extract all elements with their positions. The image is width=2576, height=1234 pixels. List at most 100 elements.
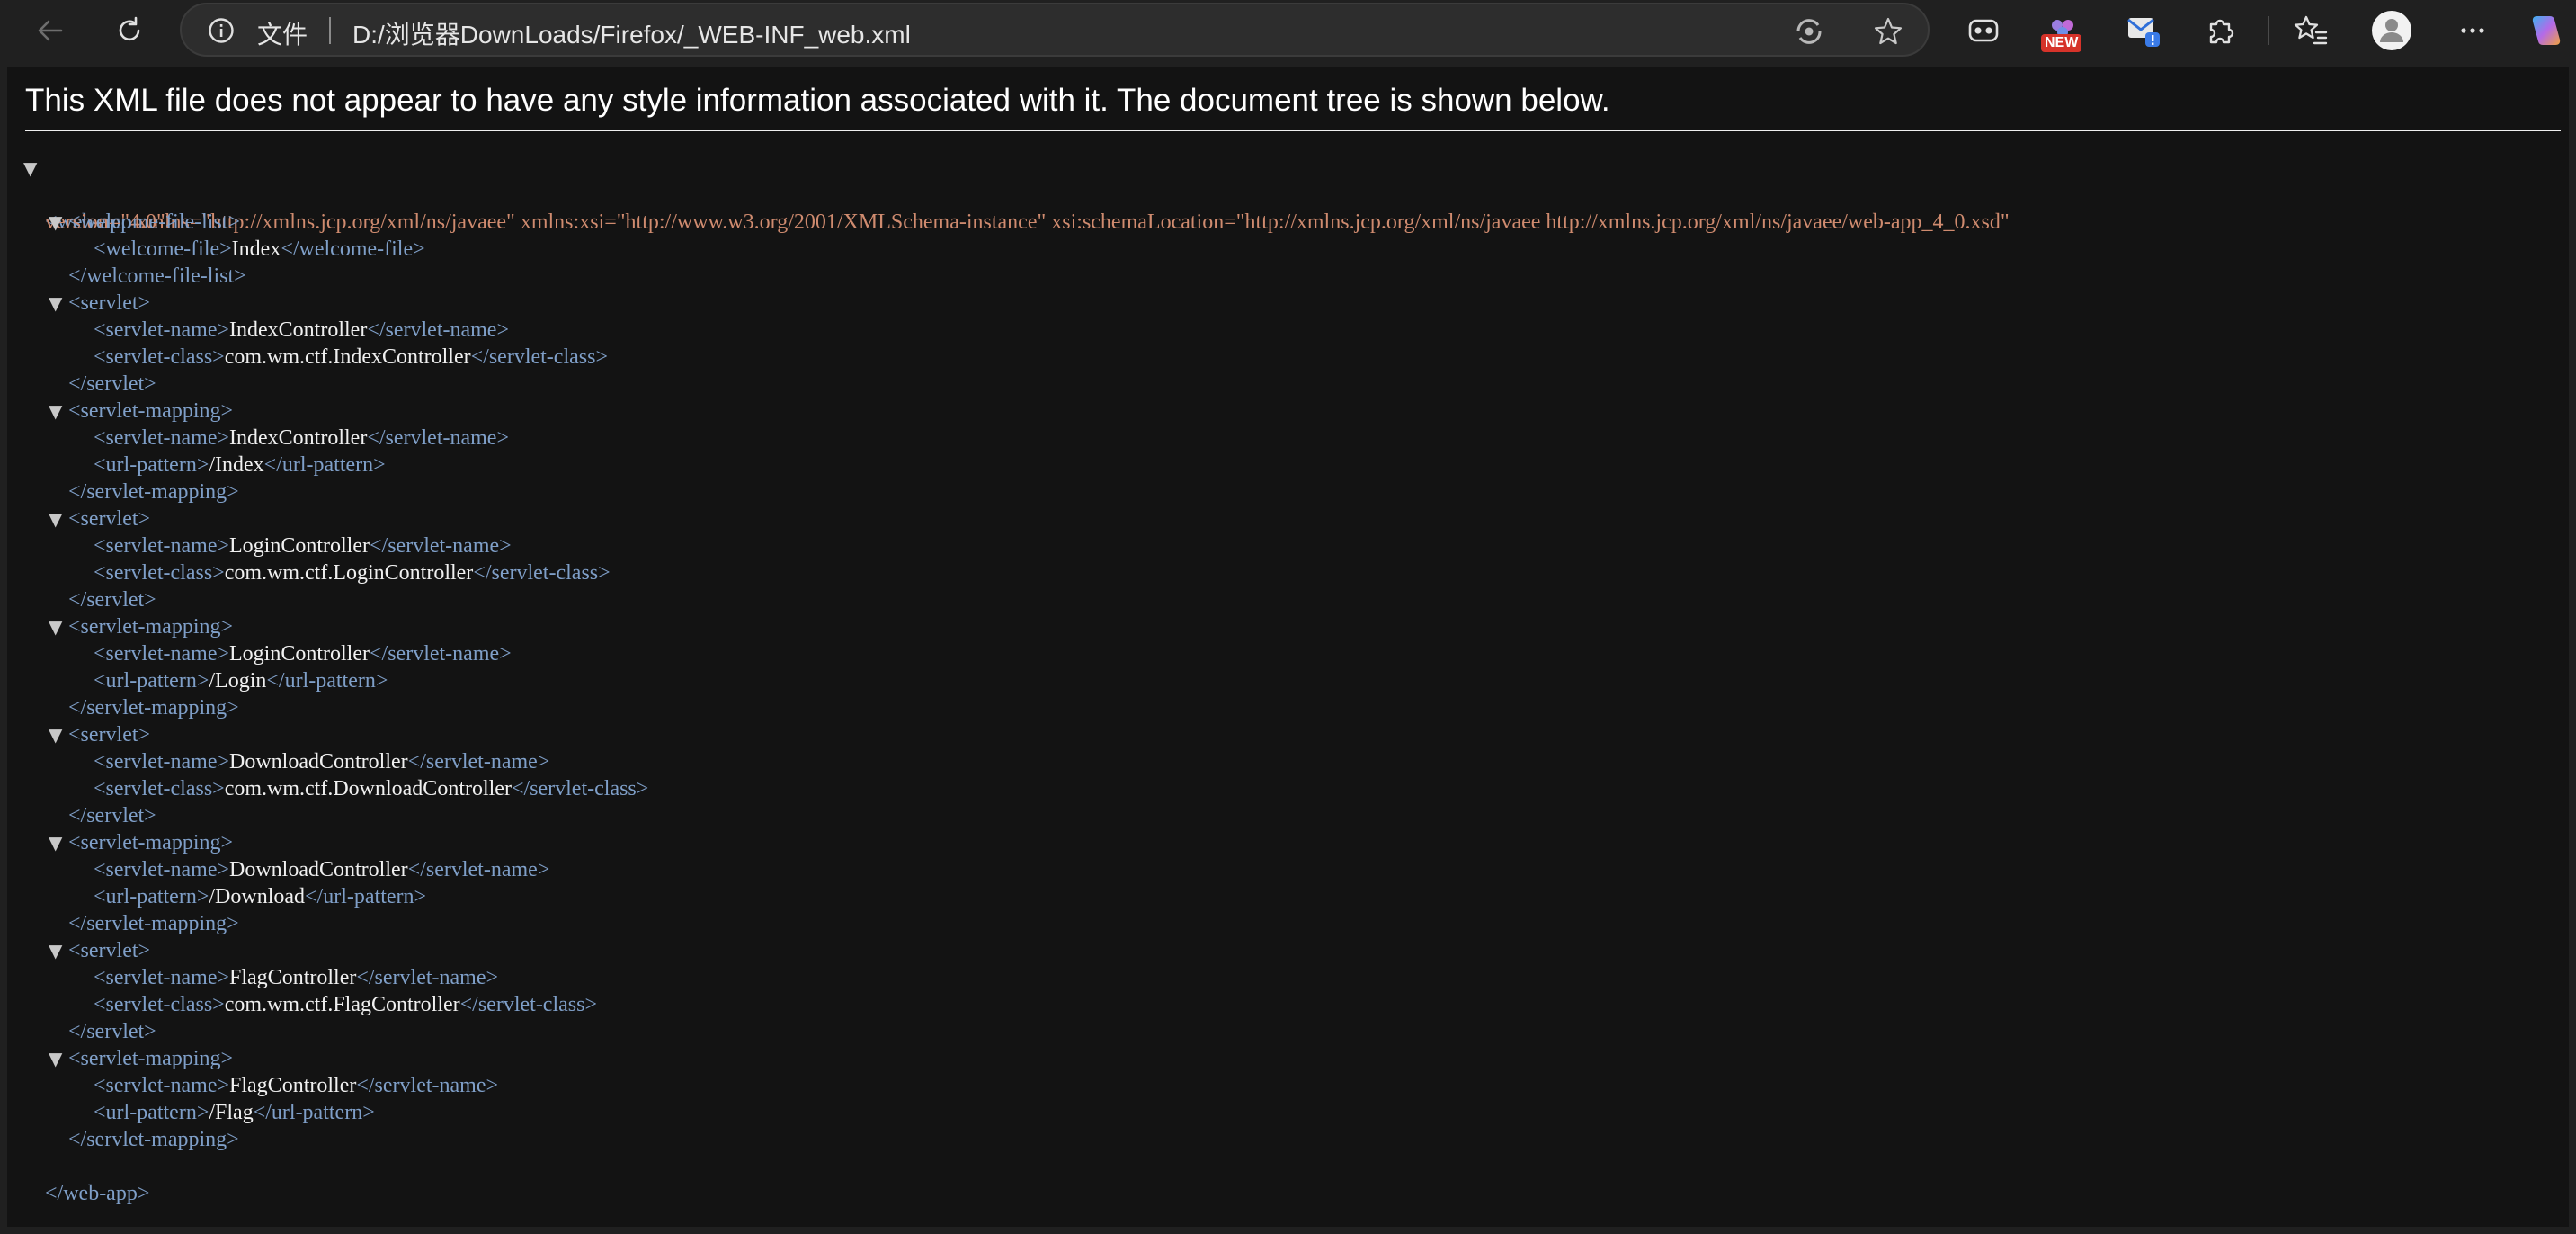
xml-tag: <servlet-mapping> xyxy=(68,1047,234,1070)
xml-text-value: LoginController xyxy=(229,534,370,558)
xml-tag: </servlet> xyxy=(68,372,156,396)
collapse-toggle-icon[interactable]: ▼ xyxy=(23,155,41,182)
xml-child-line: <servlet-name>LoginController</servlet-n… xyxy=(7,532,2569,559)
xml-element-open-line: ▼ <servlet-mapping> xyxy=(7,398,2569,425)
collapse-toggle-icon[interactable]: ▼ xyxy=(49,290,67,317)
xml-tag: </servlet-name> xyxy=(407,858,550,881)
xml-tag: </servlet-class> xyxy=(473,561,611,585)
mail-extension-icon xyxy=(2127,18,2160,47)
xml-tag: </servlet-name> xyxy=(407,750,550,773)
extensions-button[interactable] xyxy=(2199,9,2242,52)
xml-root-close-line: </web-app> xyxy=(7,1153,2569,1205)
collapse-toggle-icon[interactable]: ▼ xyxy=(49,937,67,964)
xml-tag: <servlet-name> xyxy=(94,426,230,450)
collapse-toggle-icon[interactable]: ▼ xyxy=(49,829,67,856)
profile-avatar-icon xyxy=(2372,11,2411,50)
xml-tag: </welcome-file> xyxy=(281,237,425,261)
xml-text-value: LoginController xyxy=(229,642,370,666)
new-badge: NEW xyxy=(2041,34,2082,52)
page-content: This XML file does not appear to have an… xyxy=(7,67,2569,1227)
xml-child-line: <url-pattern>/Index</url-pattern> xyxy=(7,452,2569,478)
xml-child-line: <welcome-file>Index</welcome-file> xyxy=(7,236,2569,263)
collapse-toggle-icon[interactable]: ▼ xyxy=(49,505,67,532)
xml-tag: <servlet-mapping> xyxy=(68,831,234,854)
collapse-toggle-icon[interactable]: ▼ xyxy=(49,1045,67,1072)
more-menu-icon xyxy=(2461,28,2484,33)
xml-text-value: IndexController xyxy=(229,426,368,450)
xml-tag: </servlet> xyxy=(68,804,156,827)
xml-tag: <url-pattern> xyxy=(94,669,209,693)
favorites-button[interactable] xyxy=(2289,9,2332,52)
xml-child-line: <servlet-name>LoginController</servlet-n… xyxy=(7,640,2569,667)
xml-tag: <welcome-file> xyxy=(94,237,232,261)
xml-tag: <url-pattern> xyxy=(94,453,209,477)
xml-text-value: /Login xyxy=(209,669,267,693)
address-bar[interactable]: 文件 D:/浏览器DownLoads/Firefox/_WEB-INF_web.… xyxy=(180,3,1930,57)
xml-child-line: <servlet-name>DownloadController</servle… xyxy=(7,748,2569,775)
more-menu-button[interactable] xyxy=(2451,9,2494,52)
xml-element-open-line: ▼ <servlet-mapping> xyxy=(7,829,2569,856)
xml-document-tree: ▼ <web-app xmlns="http://xmlns.jcp.org/x… xyxy=(7,155,2569,1205)
xml-tag: <servlet-class> xyxy=(94,345,225,369)
xml-tag: <servlet-mapping> xyxy=(68,615,234,639)
xml-tag: <servlet-name> xyxy=(94,318,230,342)
refresh-button[interactable] xyxy=(108,9,151,52)
xml-element-close-line: </servlet-mapping> xyxy=(7,478,2569,505)
game-button[interactable] xyxy=(1962,9,2005,52)
xml-element-open-line: ▼ <servlet-mapping> xyxy=(7,1045,2569,1072)
xml-tag: <servlet-name> xyxy=(94,966,230,989)
favorites-icon xyxy=(2294,15,2328,45)
address-separator xyxy=(329,17,331,44)
xml-child-line: <servlet-class>com.wm.ctf.LoginControlle… xyxy=(7,559,2569,586)
xml-element-open-line: ▼ <welcome-file-list> xyxy=(7,209,2569,236)
xml-tag: <servlet> xyxy=(68,723,151,747)
xml-tag: </servlet-class> xyxy=(459,993,597,1016)
address-url-text[interactable]: D:/浏览器DownLoads/Firefox/_WEB-INF_web.xml xyxy=(352,15,911,51)
xml-text-value: DownloadController xyxy=(229,750,408,773)
mail-extension-button[interactable] xyxy=(2122,9,2165,52)
back-arrow-icon xyxy=(38,20,63,41)
xml-tag: <servlet-class> xyxy=(94,993,225,1016)
xml-tag: </servlet-mapping> xyxy=(68,1128,239,1151)
xml-tag: <servlet> xyxy=(68,291,151,315)
xml-tag: </url-pattern> xyxy=(253,1101,375,1124)
xml-tag: </url-pattern> xyxy=(305,885,427,908)
collapse-toggle-icon[interactable]: ▼ xyxy=(49,721,67,748)
xml-tag: </servlet-name> xyxy=(367,426,509,450)
favorite-star-icon xyxy=(1874,17,1903,45)
xml-tag: </servlet-mapping> xyxy=(68,696,239,720)
xml-text-value: com.wm.ctf.FlagController xyxy=(224,993,460,1016)
game-controller-icon xyxy=(1968,19,1999,42)
xml-element-open-line: ▼ <servlet> xyxy=(7,290,2569,317)
notice-divider xyxy=(25,130,2561,131)
xml-child-line: <url-pattern>/Download</url-pattern> xyxy=(7,883,2569,910)
xml-child-line: <servlet-name>IndexController</servlet-n… xyxy=(7,425,2569,452)
xml-element-close-line: </welcome-file-list> xyxy=(7,263,2569,290)
xml-tag: </servlet> xyxy=(68,1020,156,1043)
xml-tag: </servlet-name> xyxy=(370,534,512,558)
favorite-star-button[interactable] xyxy=(1872,15,1904,52)
back-button[interactable] xyxy=(29,9,72,52)
xml-text-value: IndexController xyxy=(229,318,368,342)
profile-button[interactable] xyxy=(2370,9,2413,52)
xml-element-close-line: </servlet-mapping> xyxy=(7,694,2569,721)
immersive-reader-button[interactable] xyxy=(1793,15,1825,52)
xml-element-open-line: ▼ <servlet> xyxy=(7,937,2569,964)
xml-tag: <servlet-name> xyxy=(94,534,230,558)
collapse-toggle-icon[interactable]: ▼ xyxy=(49,209,67,236)
xml-blocks: ▼ <welcome-file-list> <welcome-file>Index<… xyxy=(7,209,2569,1153)
xml-tag: </servlet-name> xyxy=(370,642,512,666)
copilot-button[interactable] xyxy=(2525,9,2568,52)
xml-child-line: <servlet-name>FlagController</servlet-na… xyxy=(7,964,2569,991)
collapse-toggle-icon[interactable]: ▼ xyxy=(49,398,67,425)
xml-child-line: <servlet-name>IndexController</servlet-n… xyxy=(7,317,2569,344)
xml-element-close-line: </servlet> xyxy=(7,586,2569,613)
xml-tag: <servlet> xyxy=(68,939,151,962)
xml-text-value: /Download xyxy=(209,885,306,908)
xml-child-line: <url-pattern>/Flag</url-pattern> xyxy=(7,1099,2569,1126)
collapse-toggle-icon[interactable]: ▼ xyxy=(49,613,67,640)
site-info-button[interactable] xyxy=(207,16,236,49)
xml-tag: <servlet-name> xyxy=(94,642,230,666)
xml-element-close-line: </servlet-mapping> xyxy=(7,910,2569,937)
xml-tag: <servlet> xyxy=(68,507,151,531)
